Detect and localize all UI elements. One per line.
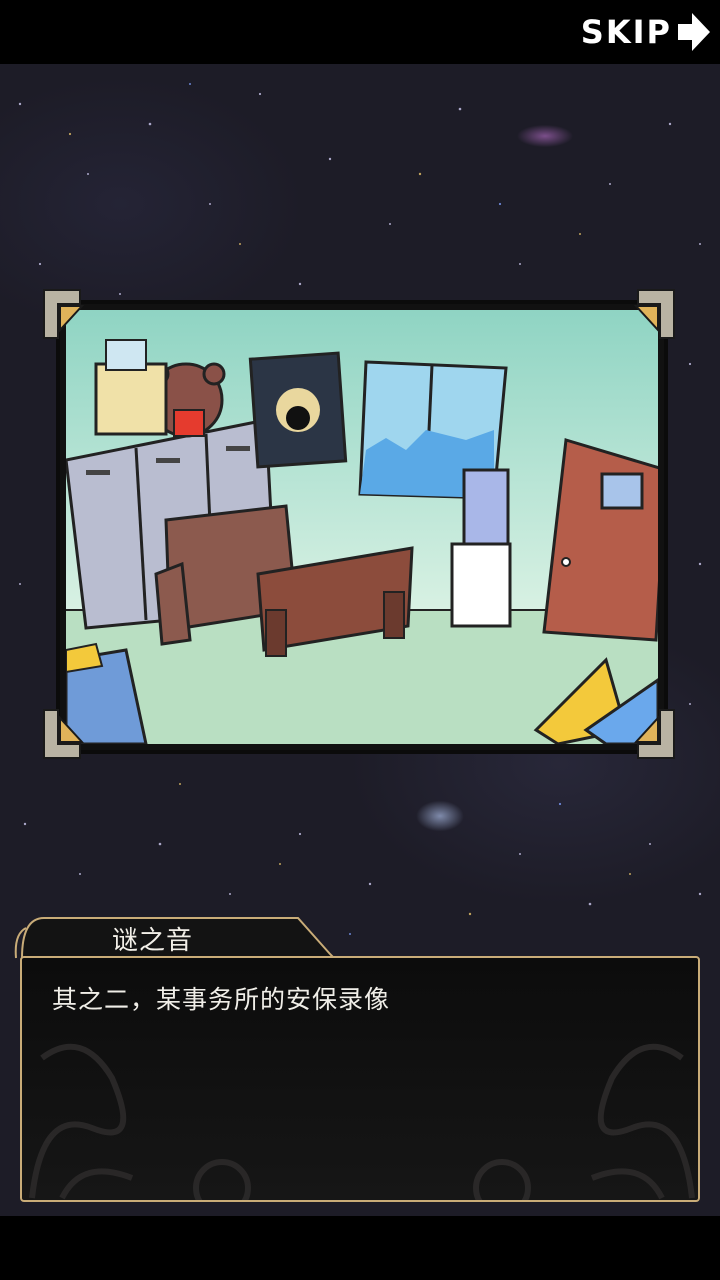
bottom-bar [0, 1216, 720, 1280]
skip-label: SKIP [580, 13, 672, 51]
frame-corner-top-right [634, 289, 675, 339]
skip-button[interactable]: SKIP [581, 8, 712, 56]
speaker-name: 谜之音 [112, 926, 194, 956]
frame-corner-bottom-left [43, 709, 84, 759]
arrow-right-icon [678, 13, 710, 51]
frame-corner-bottom-right [634, 709, 675, 759]
dialogue-box[interactable]: 其之二，某事务所的安保录像 [20, 956, 700, 1202]
cutscene-picture-frame [56, 300, 668, 754]
dialogue-text: 其之二，某事务所的安保录像 [52, 985, 391, 1014]
office-room-illustration [66, 310, 658, 744]
top-bar: SKIP [0, 0, 720, 64]
frame-corner-top-left [43, 289, 84, 339]
